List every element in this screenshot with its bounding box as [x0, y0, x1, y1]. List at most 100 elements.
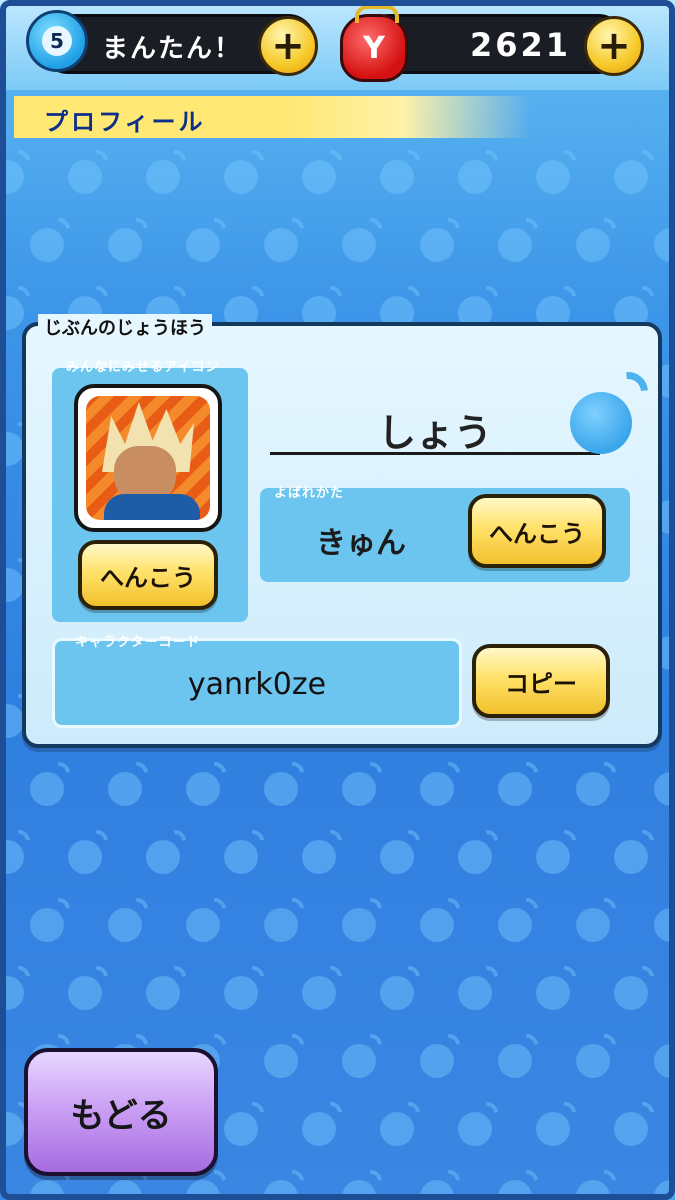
background-drop-icon [0, 1112, 24, 1146]
background-drop-icon [224, 976, 258, 1010]
back-button[interactable]: もどる [24, 1048, 218, 1176]
background-drop-icon [68, 976, 102, 1010]
change-nickname-button[interactable]: へんこう [468, 494, 606, 568]
add-currency-button[interactable]: + [584, 16, 644, 76]
background-drop-icon [0, 160, 24, 194]
background-drop-icon [342, 772, 376, 806]
background-drop-icon [614, 160, 648, 194]
background-drop-icon [342, 1044, 376, 1078]
background-drop-icon [654, 228, 675, 262]
background-drop-icon [264, 228, 298, 262]
background-drop-icon [654, 1180, 675, 1200]
background-drop-icon [0, 976, 24, 1010]
background-drop-icon [458, 1112, 492, 1146]
background-drop-icon [264, 1044, 298, 1078]
background-drop-icon [536, 1112, 570, 1146]
background-drop-icon [536, 840, 570, 874]
background-drop-icon [30, 772, 64, 806]
background-drop-icon [576, 1044, 610, 1078]
background-drop-icon [614, 1112, 648, 1146]
background-drop-icon [458, 160, 492, 194]
background-drop-icon [0, 432, 24, 466]
background-drop-icon [654, 772, 675, 806]
background-drop-icon [420, 1044, 454, 1078]
background-drop-icon [0, 840, 24, 874]
background-drop-icon [186, 908, 220, 942]
stamina-status: まんたん！ [102, 34, 243, 64]
screen-title: プロフィール [44, 108, 206, 136]
background-drop-icon [264, 908, 298, 942]
background-drop-icon [224, 160, 258, 194]
background-drop-icon [108, 1180, 142, 1200]
background-drop-icon [342, 908, 376, 942]
copy-code-button[interactable]: コピー [472, 644, 610, 718]
nickname-section: よばれかた きゅん へんこう [260, 486, 630, 582]
background-drop-icon [576, 1180, 610, 1200]
background-drop-icon [498, 1044, 532, 1078]
player-name: しょう [377, 411, 492, 455]
background-drop-icon [302, 840, 336, 874]
background-drop-icon [420, 1180, 454, 1200]
background-drop-icon [302, 976, 336, 1010]
top-status-bar: 5 まんたん！ + Y 2621 + [0, 0, 675, 90]
background-drop-icon [420, 772, 454, 806]
background-drop-icon [0, 296, 24, 330]
background-drop-icon [536, 976, 570, 1010]
background-drop-icon [186, 228, 220, 262]
water-drop-icon [570, 392, 632, 454]
background-drop-icon [30, 908, 64, 942]
background-drop-icon [654, 908, 675, 942]
background-drop-icon [576, 908, 610, 942]
background-drop-icon [498, 1180, 532, 1200]
yen-purse-icon: Y [340, 5, 408, 82]
background-drop-icon [302, 160, 336, 194]
screen-background: 5 まんたん！ + Y 2621 + プロフィール じぶんのじょうほう みんなに… [0, 0, 675, 1200]
background-drop-icon [0, 704, 24, 738]
nickname-value: きゅん [316, 526, 406, 561]
background-drop-icon [186, 1180, 220, 1200]
icon-section-label: みんなにみせるアイコン [66, 360, 220, 375]
background-drop-icon [498, 908, 532, 942]
background-drop-icon [224, 840, 258, 874]
level-badge-icon: 5 [26, 10, 88, 72]
icon-section: みんなにみせるアイコン へんこう [52, 360, 248, 622]
level-number: 5 [42, 26, 72, 56]
character-code-label: キャラクターコード [75, 635, 201, 650]
background-drop-icon [108, 228, 142, 262]
background-drop-icon [576, 772, 610, 806]
nickname-label: よばれかた [274, 486, 345, 501]
background-drop-icon [68, 160, 102, 194]
background-drop-icon [68, 840, 102, 874]
character-code-box: キャラクターコード yanrk0ze [52, 635, 462, 728]
profile-section-label: じぶんのじょうほう [38, 314, 212, 340]
name-underline [270, 452, 600, 455]
background-drop-icon [146, 840, 180, 874]
background-drop-icon [342, 228, 376, 262]
background-drop-icon [380, 840, 414, 874]
background-drop-icon [264, 1180, 298, 1200]
background-drop-icon [458, 840, 492, 874]
background-drop-icon [302, 1112, 336, 1146]
profile-panel: じぶんのじょうほう みんなにみせるアイコン へんこう しょう よばれかた きゅん… [22, 314, 662, 748]
background-drop-icon [30, 1180, 64, 1200]
background-drop-icon [654, 1044, 675, 1078]
avatar-portrait [74, 384, 222, 532]
background-drop-icon [498, 772, 532, 806]
background-drop-icon [380, 976, 414, 1010]
background-drop-icon [108, 772, 142, 806]
add-stamina-button[interactable]: + [258, 16, 318, 76]
background-drop-icon [224, 1112, 258, 1146]
background-drop-icon [186, 772, 220, 806]
avatar-body [104, 494, 200, 520]
change-icon-button[interactable]: へんこう [78, 540, 218, 610]
background-drop-icon [264, 772, 298, 806]
background-drop-icon [614, 840, 648, 874]
background-drop-icon [420, 228, 454, 262]
background-drop-icon [536, 160, 570, 194]
background-drop-icon [380, 160, 414, 194]
background-drop-icon [108, 908, 142, 942]
background-drop-icon [0, 568, 24, 602]
background-drop-icon [146, 976, 180, 1010]
character-code-value: yanrk0ze [187, 667, 327, 702]
background-drop-icon [420, 908, 454, 942]
